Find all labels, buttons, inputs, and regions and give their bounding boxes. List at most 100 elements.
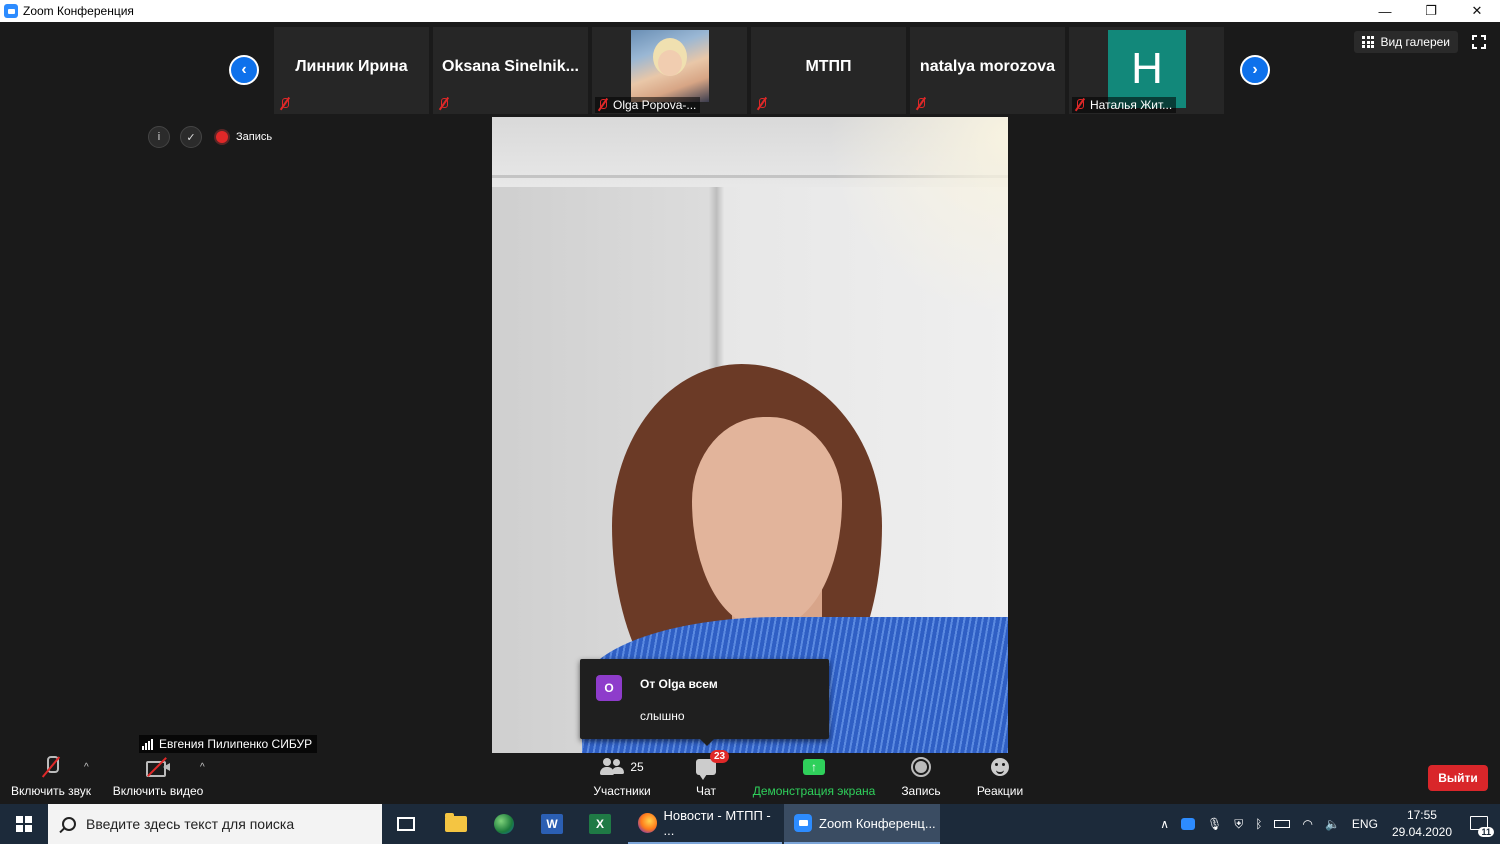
browser-button[interactable] <box>488 804 520 844</box>
minimize-button[interactable]: — <box>1362 0 1408 22</box>
participants-icon <box>600 758 625 776</box>
windows-logo-icon <box>15 816 32 832</box>
grid-icon <box>1362 36 1375 48</box>
windows-taskbar: Введите здесь текст для поиска W X Новос… <box>0 804 1500 844</box>
task-view-icon <box>397 817 415 831</box>
muted-mic-icon <box>438 97 450 111</box>
zoom-icon <box>794 814 812 832</box>
unmute-label: Включить звук <box>10 784 92 798</box>
close-button[interactable]: ✕ <box>1454 0 1500 22</box>
audio-options-caret[interactable]: ^ <box>84 762 89 773</box>
meeting-area: ‹ Линник Ирина Oksana Sinelnik... Olga P… <box>0 22 1500 804</box>
info-icon[interactable]: i <box>148 126 170 148</box>
participant-thumbnail[interactable]: МТПП <box>751 27 906 114</box>
chat-sender: От Olga всем <box>640 677 718 691</box>
prev-page-button[interactable]: ‹ <box>229 55 259 85</box>
shield-icon[interactable]: ✓ <box>180 126 202 148</box>
muted-microphone-icon <box>44 756 59 778</box>
video-off-icon <box>146 758 170 777</box>
zoom-window-label: Zoom Конференц... <box>819 815 936 831</box>
video-options-caret[interactable]: ^ <box>200 762 205 773</box>
battery-icon[interactable] <box>1274 820 1291 828</box>
chat-label: Чат <box>696 784 716 798</box>
unmute-button[interactable]: Включить звук <box>10 754 92 804</box>
taskbar-search[interactable]: Введите здесь текст для поиска <box>48 804 382 844</box>
participants-label: Участники <box>593 784 651 798</box>
excel-button[interactable]: X <box>584 804 616 844</box>
system-tray: ∧ 🎙 ⛨ ᛒ ◠ 🔈 ENG 17:55 29.04.2020 11 <box>1154 804 1500 844</box>
microphone-icon[interactable]: 🎙 <box>1207 817 1222 831</box>
chat-button[interactable]: 23 Чат <box>690 750 730 804</box>
start-button[interactable] <box>0 804 47 844</box>
record-label: Запись <box>901 784 941 798</box>
meeting-toolbar: Включить звук ^ Включить видео ^ 25 Учас… <box>0 750 1500 804</box>
start-video-label: Включить видео <box>112 784 204 798</box>
chat-message: слышно <box>640 709 685 723</box>
share-screen-label: Демонстрация экрана <box>752 784 876 798</box>
next-page-button[interactable]: › <box>1240 55 1270 85</box>
recording-icon <box>216 131 228 143</box>
smiley-icon <box>991 758 1009 776</box>
share-screen-button[interactable]: ↑ Демонстрация экрана <box>752 754 876 804</box>
muted-mic-icon <box>279 97 291 111</box>
word-icon: W <box>541 814 563 834</box>
reactions-button[interactable]: Реакции <box>975 754 1025 804</box>
participant-label: Наталья Жит... <box>1072 97 1177 113</box>
participant-name: Наталья Жит... <box>1090 98 1173 112</box>
record-button[interactable]: Запись <box>900 754 942 804</box>
clock[interactable]: 17:55 29.04.2020 <box>1392 807 1452 841</box>
excel-icon: X <box>589 814 611 834</box>
clock-date: 29.04.2020 <box>1391 825 1452 839</box>
record-icon <box>911 757 931 777</box>
folder-icon <box>445 813 467 832</box>
notifications-icon[interactable]: 11 <box>1466 811 1494 837</box>
chevron-up-icon[interactable]: ∧ <box>1160 817 1169 831</box>
participant-name: Olga Popova-... <box>613 98 697 112</box>
participant-photo <box>631 30 709 102</box>
search-icon <box>62 817 76 831</box>
task-view-button[interactable] <box>390 804 422 844</box>
window-title: Zoom Конференция <box>23 4 134 18</box>
participant-thumbnail[interactable]: Olga Popova-... <box>592 27 747 114</box>
participant-thumbnail[interactable]: H Наталья Жит... <box>1069 27 1224 114</box>
language-indicator[interactable]: ENG <box>1352 817 1378 831</box>
chat-notification[interactable]: O От Olga всем слышно <box>580 659 829 746</box>
participants-button[interactable]: 25 Участники <box>592 754 652 804</box>
firefox-icon <box>638 813 658 833</box>
gallery-view-button[interactable]: Вид галереи <box>1354 31 1458 53</box>
reactions-label: Реакции <box>976 784 1024 798</box>
meeting-info-row: i ✓ Запись <box>148 126 272 148</box>
taskbar-firefox[interactable]: Новости - МТПП - ... <box>628 804 782 844</box>
clock-time: 17:55 <box>1406 808 1437 822</box>
participant-thumbnail[interactable]: natalya morozova <box>910 27 1065 114</box>
muted-mic-icon <box>915 97 927 111</box>
muted-mic-icon <box>756 97 768 111</box>
speaker-name: Евгения Пилипенко СИБУР <box>159 737 313 751</box>
muted-mic-icon <box>1074 98 1086 112</box>
recording-status: Запись <box>236 131 273 143</box>
security-shield-icon[interactable]: ⛨ <box>1234 817 1243 832</box>
participant-name: Линник Ирина <box>295 58 408 75</box>
restore-button[interactable]: ❐ <box>1408 0 1454 22</box>
speaker-name-label: Евгения Пилипенко СИБУР <box>139 735 318 753</box>
zoom-app-icon <box>4 4 18 18</box>
zoom-tray-icon[interactable] <box>1181 818 1196 830</box>
title-bar: Zoom Конференция — ❐ ✕ <box>0 0 1500 22</box>
participant-thumbnail[interactable]: Oksana Sinelnik... <box>433 27 588 114</box>
start-video-button[interactable]: Включить видео <box>112 754 204 804</box>
chat-unread-badge: 23 <box>710 750 730 763</box>
file-explorer-button[interactable] <box>440 804 472 844</box>
muted-mic-icon <box>597 98 609 112</box>
share-screen-icon: ↑ <box>803 759 825 775</box>
bluetooth-icon[interactable]: ᛒ <box>1255 817 1262 831</box>
search-placeholder: Введите здесь текст для поиска <box>86 816 295 832</box>
fullscreen-icon[interactable] <box>1472 35 1486 49</box>
volume-icon[interactable]: 🔈 <box>1325 817 1340 831</box>
participant-name: natalya morozova <box>919 58 1056 75</box>
participant-name: Oksana Sinelnik... <box>442 58 579 75</box>
wifi-icon[interactable]: ◠ <box>1302 817 1312 831</box>
leave-meeting-button[interactable]: Выйти <box>1428 765 1488 791</box>
participant-thumbnail[interactable]: Линник Ирина <box>274 27 429 114</box>
word-button[interactable]: W <box>536 804 568 844</box>
taskbar-zoom[interactable]: Zoom Конференц... <box>784 804 940 844</box>
